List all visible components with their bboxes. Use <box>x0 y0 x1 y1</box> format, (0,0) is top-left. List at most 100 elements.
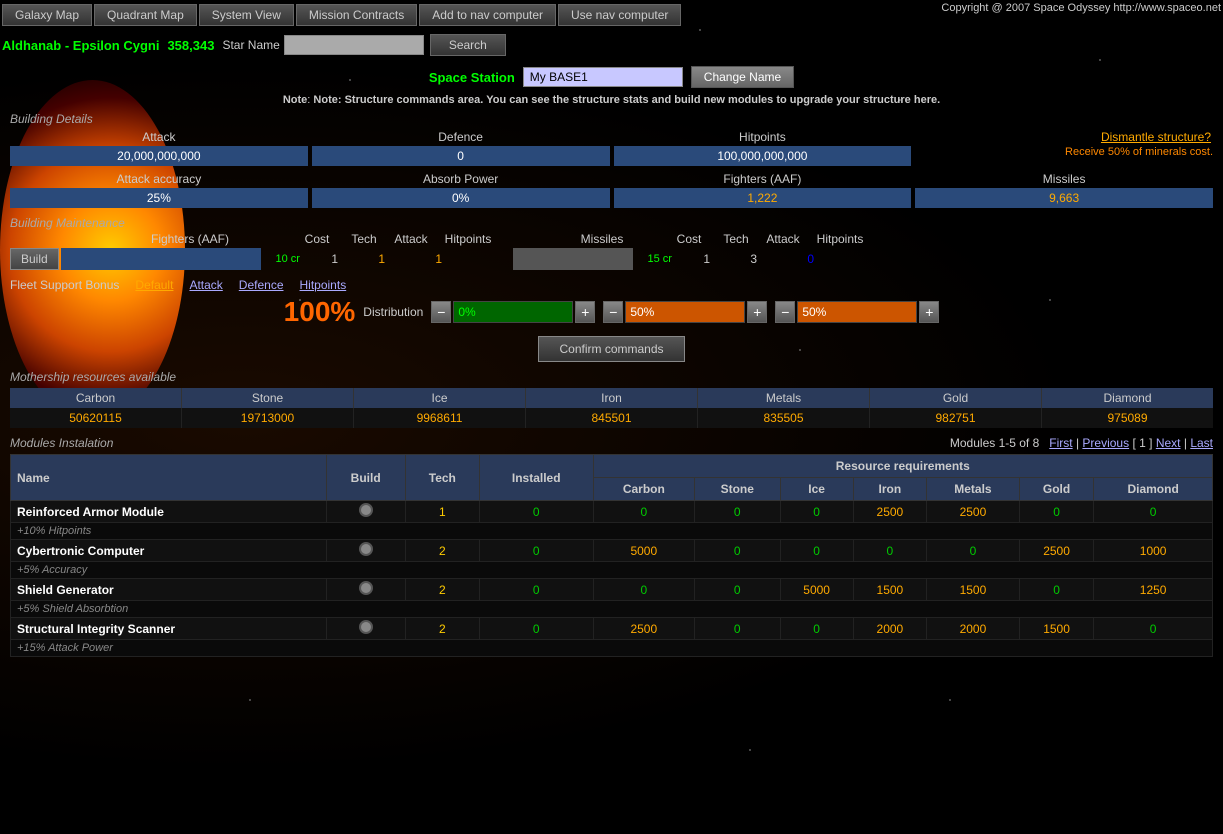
sub-col-stone: Stone <box>695 478 780 501</box>
absorb-stat: Absorb Power 0% <box>312 170 610 208</box>
resource-header-carbon: Carbon <box>10 388 181 408</box>
accuracy-label: Attack accuracy <box>10 170 308 188</box>
dist2-bar: 50% <box>625 301 745 323</box>
dist-ctrl-1: − 0% + <box>431 301 595 323</box>
mod3-carbon: 0 <box>593 579 694 601</box>
fighter-tech: 1 <box>315 252 355 266</box>
sub-col-ice: Ice <box>780 478 853 501</box>
table-row: Cybertronic Computer 2 0 5000 0 0 0 0 25… <box>11 540 1213 562</box>
maint-col-cost2: Cost <box>664 232 714 246</box>
module-build-radio-1[interactable] <box>326 501 405 523</box>
mod4-carbon: 2500 <box>593 618 694 640</box>
module-installed-2: 0 <box>479 540 593 562</box>
dist3-plus-button[interactable]: + <box>919 301 939 323</box>
module-installed-3: 0 <box>479 579 593 601</box>
missile-count-input[interactable] <box>513 248 633 270</box>
maint-col-attack1: Attack <box>386 232 436 246</box>
attack-value: 20,000,000,000 <box>10 146 308 166</box>
mission-contracts-button[interactable]: Mission Contracts <box>296 4 417 26</box>
top-navigation: Galaxy Map Quadrant Map System View Miss… <box>0 0 1223 30</box>
search-button[interactable]: Search <box>430 34 506 56</box>
fighter-cost: 10 cr <box>263 253 313 265</box>
first-link[interactable]: First <box>1049 436 1072 450</box>
modules-section: Modules Instalation Modules 1-5 of 8 Fir… <box>10 436 1213 657</box>
maint-col-missiles: Missiles <box>542 232 662 246</box>
missiles-value: 9,663 <box>915 188 1213 208</box>
note-content: Note: Structure commands area. You can s… <box>313 94 940 106</box>
modules-table: Name Build Tech Installed Resource requi… <box>10 454 1213 657</box>
system-view-button[interactable]: System View <box>199 4 294 26</box>
dist1-plus-button[interactable]: + <box>575 301 595 323</box>
maint-col-tech1: Tech <box>344 232 384 246</box>
missiles-stat: Missiles 9,663 <box>915 170 1213 208</box>
table-row-sub: +10% Hitpoints <box>11 523 1213 540</box>
dist1-minus-button[interactable]: − <box>431 301 451 323</box>
dist2-value: 50% <box>630 305 654 319</box>
dismantle-link[interactable]: Dismantle structure? <box>1101 130 1211 144</box>
fleet-default-link[interactable]: Default <box>135 278 173 292</box>
mothership-section: Mothership resources available Carbon St… <box>10 370 1213 428</box>
fleet-hitpoints-link[interactable]: Hitpoints <box>300 278 347 292</box>
sub-col-carbon: Carbon <box>593 478 694 501</box>
dismantle-sub: Receive 50% of minerals cost. <box>915 146 1213 158</box>
module-name-4: Structural Integrity Scanner <box>11 618 327 640</box>
missile-hp: 0 <box>781 252 841 266</box>
module-build-radio-2[interactable] <box>326 540 405 562</box>
dist1-bar: 0% <box>453 301 573 323</box>
mod2-stone: 0 <box>695 540 780 562</box>
change-name-button[interactable]: Change Name <box>691 66 794 88</box>
module-tech-4: 2 <box>405 618 479 640</box>
galaxy-map-button[interactable]: Galaxy Map <box>2 4 92 26</box>
modules-header-row: Modules Instalation Modules 1-5 of 8 Fir… <box>10 436 1213 450</box>
quadrant-map-button[interactable]: Quadrant Map <box>94 4 197 26</box>
resource-carbon-value: 50620115 <box>10 408 181 428</box>
prev-link[interactable]: Previous <box>1082 436 1129 450</box>
missile-tech: 1 <box>687 252 727 266</box>
location-text: Aldhanab - Epsilon Cygni <box>2 38 159 53</box>
col-resource-req: Resource requirements <box>593 455 1212 478</box>
dist2-plus-button[interactable]: + <box>747 301 767 323</box>
star-name-input[interactable] <box>284 35 424 55</box>
last-link[interactable]: Last <box>1190 436 1213 450</box>
mod3-iron: 1500 <box>853 579 926 601</box>
next-link[interactable]: Next <box>1156 436 1181 450</box>
hitpoints-stat: Hitpoints 100,000,000,000 <box>614 128 912 166</box>
pagination-text: Modules 1-5 of 8 <box>950 436 1039 450</box>
module-tech-1: 1 <box>405 501 479 523</box>
table-row: Reinforced Armor Module 1 0 0 0 0 2500 2… <box>11 501 1213 523</box>
mod2-ice: 0 <box>780 540 853 562</box>
mod3-stone: 0 <box>695 579 780 601</box>
fighters-label: Fighters (AAF) <box>614 170 912 188</box>
hitpoints-value: 100,000,000,000 <box>614 146 912 166</box>
mod4-metals: 2000 <box>926 618 1019 640</box>
build-button[interactable]: Build <box>10 248 59 270</box>
maint-col-tech2: Tech <box>716 232 756 246</box>
dist2-minus-button[interactable]: − <box>603 301 623 323</box>
module-sub-3: +5% Shield Absorbtion <box>11 601 1213 618</box>
building-details-title: Building Details <box>10 112 1213 126</box>
dist-ctrl-3: − 50% + <box>775 301 939 323</box>
dist3-bar: 50% <box>797 301 917 323</box>
missile-cost: 15 cr <box>635 253 685 265</box>
sub-col-diamond: Diamond <box>1094 478 1213 501</box>
mod1-diamond: 0 <box>1094 501 1213 523</box>
fighter-count-input[interactable] <box>61 248 261 270</box>
module-build-radio-3[interactable] <box>326 579 405 601</box>
mod4-stone: 0 <box>695 618 780 640</box>
mod1-stone: 0 <box>695 501 780 523</box>
station-name-input[interactable] <box>523 67 683 87</box>
add-nav-button[interactable]: Add to nav computer <box>419 4 556 26</box>
dist3-minus-button[interactable]: − <box>775 301 795 323</box>
confirm-button[interactable]: Confirm commands <box>538 336 684 362</box>
resource-metals-value: 835505 <box>698 408 869 428</box>
fleet-defence-link[interactable]: Defence <box>239 278 284 292</box>
maintenance-title: Building Maintenance <box>10 216 1213 230</box>
module-sub-2: +5% Accuracy <box>11 562 1213 579</box>
table-row: Shield Generator 2 0 0 0 5000 1500 1500 … <box>11 579 1213 601</box>
use-nav-button[interactable]: Use nav computer <box>558 4 681 26</box>
fleet-attack-link[interactable]: Attack <box>189 278 222 292</box>
module-build-radio-4[interactable] <box>326 618 405 640</box>
mod2-gold: 2500 <box>1019 540 1093 562</box>
attack-stat: Attack 20,000,000,000 <box>10 128 308 166</box>
module-sub-4: +15% Attack Power <box>11 640 1213 657</box>
